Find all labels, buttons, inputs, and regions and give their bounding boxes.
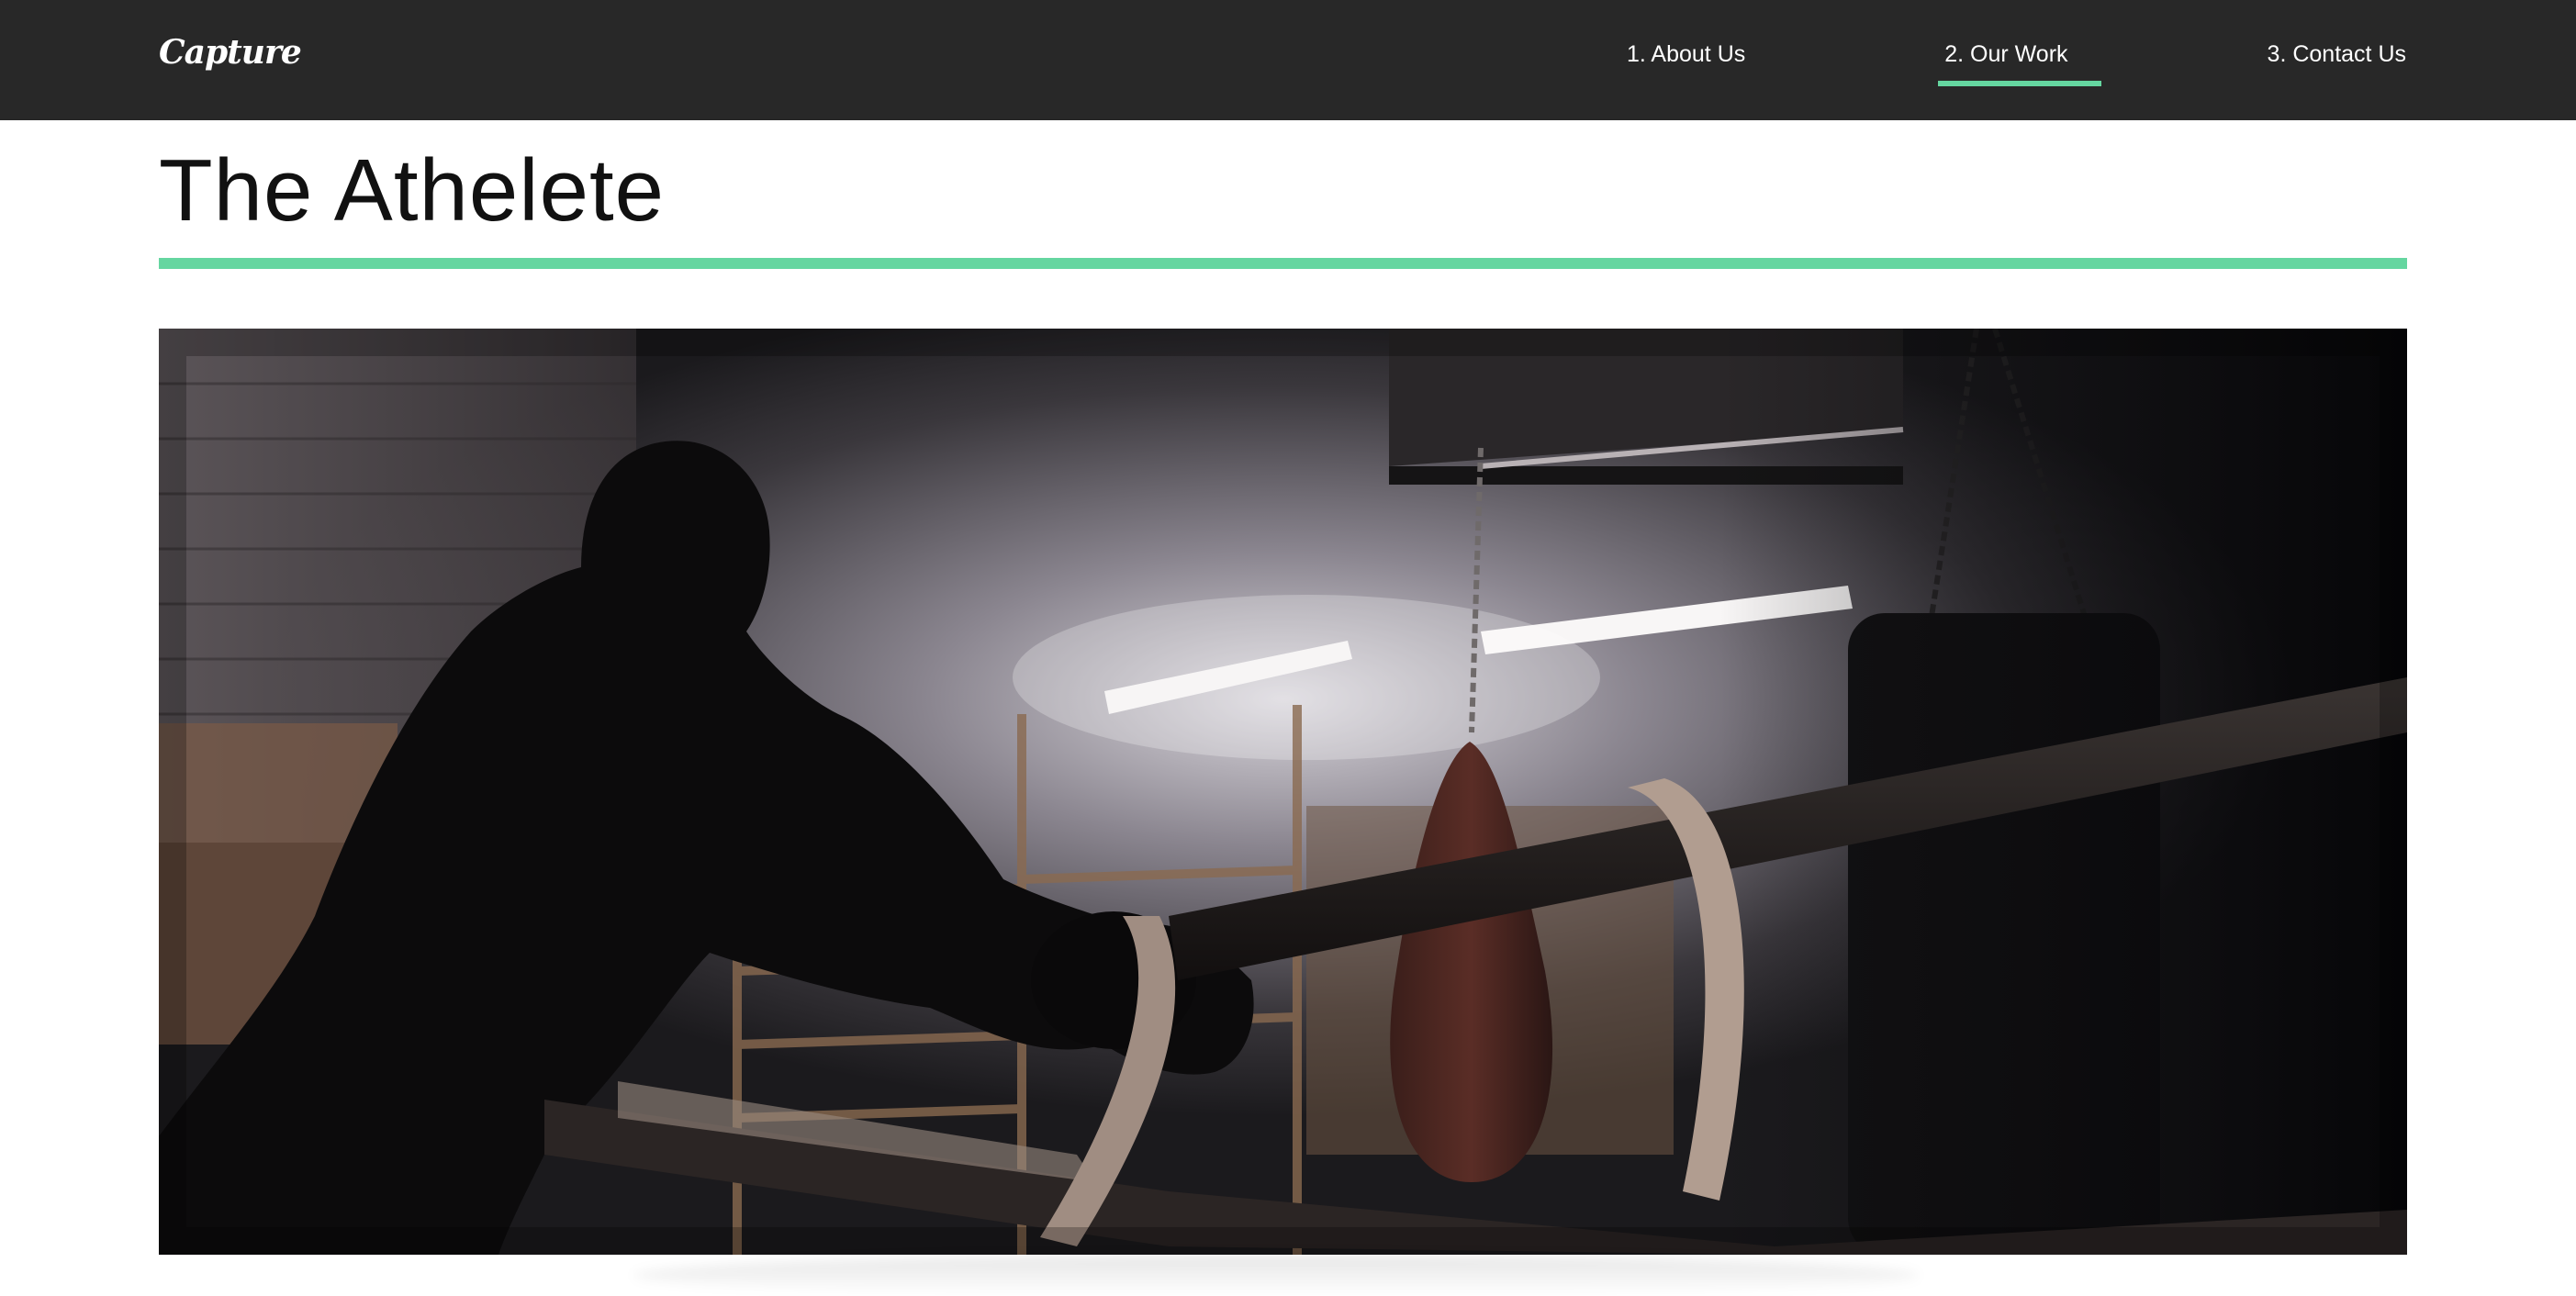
boxer-photo [159, 329, 2407, 1255]
active-nav-underline [1938, 81, 2101, 86]
page-title: The Athelete [159, 141, 666, 240]
nav-link-our-work-label: 2. Our Work [1944, 41, 2068, 67]
nav-link-about-us[interactable]: 1. About Us [1627, 0, 1745, 68]
hero-shadow [633, 1255, 1919, 1296]
nav-link-our-work[interactable]: 2. Our Work [1938, 0, 2101, 86]
top-navbar: Capture 1. About Us 2. Our Work 3. Conta… [0, 0, 2576, 120]
nav-links: 1. About Us 2. Our Work 3. Contact Us [1627, 0, 2406, 120]
hero-image [159, 329, 2407, 1255]
nav-link-contact-us[interactable]: 3. Contact Us [2268, 0, 2406, 68]
brand-logo[interactable]: Capture [159, 33, 302, 72]
title-divider [159, 258, 2407, 269]
